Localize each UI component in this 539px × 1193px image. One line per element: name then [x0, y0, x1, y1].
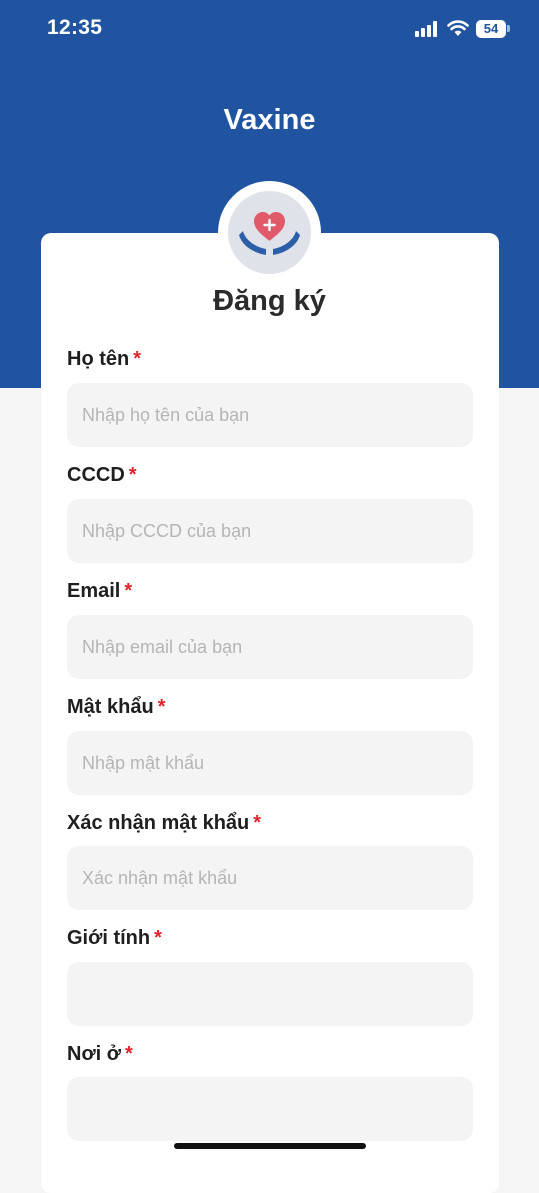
full-name-label: Họ tên * [67, 348, 141, 371]
residence-label: Nơi ở * [67, 1043, 133, 1066]
full-name-input[interactable] [67, 383, 473, 447]
cccd-input[interactable] [67, 499, 473, 563]
status-time: 12:35 [47, 16, 103, 39]
password-label: Mật khẩu * [67, 696, 165, 719]
required-mark: * [133, 348, 142, 370]
cccd-label: CCCD * [67, 464, 137, 487]
email-label-text: Email [67, 580, 121, 602]
wifi-icon [447, 20, 469, 36]
required-mark: * [124, 580, 133, 602]
battery-icon: 54 [476, 20, 506, 38]
password-label-text: Mật khẩu [67, 696, 154, 718]
password-input[interactable] [67, 731, 473, 795]
gender-label-text: Giới tính [67, 927, 151, 949]
confirm-password-label: Xác nhận mật khẩu * [67, 812, 261, 835]
battery-tip [507, 25, 510, 32]
required-mark: * [157, 696, 166, 718]
form-title: Đăng ký [213, 285, 326, 317]
cccd-label-text: CCCD [67, 464, 125, 486]
residence-label-text: Nơi ở [67, 1043, 121, 1065]
confirm-password-label-text: Xác nhận mật khẩu [67, 812, 250, 834]
required-mark: * [253, 812, 262, 834]
required-mark: * [154, 927, 162, 949]
cellular-signal-icon [415, 21, 439, 37]
status-bar: 12:35 54 [0, 0, 539, 60]
home-indicator [174, 1143, 366, 1149]
email-input[interactable] [67, 615, 473, 679]
app-title: Vaxine [223, 104, 316, 136]
gender-select[interactable] [67, 962, 473, 1026]
confirm-password-input[interactable] [67, 846, 473, 910]
residence-select[interactable] [67, 1077, 473, 1141]
required-mark: * [128, 464, 137, 486]
email-label: Email * [67, 580, 132, 603]
gender-label: Giới tính * [67, 927, 162, 950]
required-mark: * [125, 1043, 133, 1065]
heart-in-hands-icon [228, 191, 311, 274]
full-name-label-text: Họ tên [67, 348, 130, 370]
